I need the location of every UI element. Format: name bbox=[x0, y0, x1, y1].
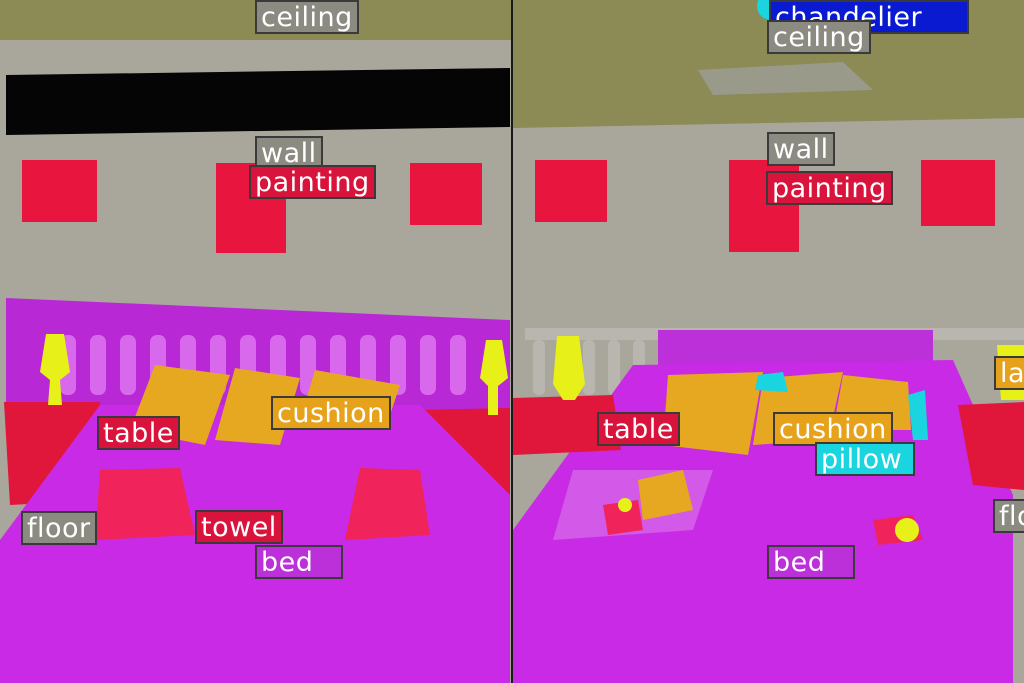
label-towel: towel bbox=[195, 510, 283, 544]
label-table: table bbox=[597, 412, 680, 446]
right-scene bbox=[513, 0, 1024, 683]
label-pillow: pillow bbox=[815, 442, 915, 476]
label-lamp-partial: la bbox=[994, 356, 1024, 390]
painting-region bbox=[535, 160, 607, 222]
left-segmentation-panel: ceiling wall painting cushion table floo… bbox=[0, 0, 511, 683]
label-ceiling: ceiling bbox=[767, 20, 871, 54]
lamp-region bbox=[618, 498, 632, 512]
label-ceiling: ceiling bbox=[255, 0, 359, 34]
painting-region bbox=[410, 163, 482, 225]
towel-region bbox=[95, 468, 195, 540]
label-painting: painting bbox=[249, 165, 376, 199]
label-bed: bed bbox=[255, 545, 343, 579]
lamp-region bbox=[895, 518, 919, 542]
left-scene bbox=[0, 0, 511, 683]
label-painting: painting bbox=[766, 171, 893, 205]
dark-band bbox=[6, 68, 510, 135]
label-floor-partial: flo bbox=[993, 499, 1024, 533]
right-segmentation-panel: chandelier ceiling wall painting table c… bbox=[513, 0, 1024, 683]
label-table: table bbox=[97, 416, 180, 450]
label-cushion: cushion bbox=[271, 396, 391, 430]
painting-region bbox=[921, 160, 995, 226]
painting-region bbox=[22, 160, 97, 222]
label-cushion: cushion bbox=[773, 412, 893, 446]
segmentation-comparison: ceiling wall painting cushion table floo… bbox=[0, 0, 1024, 683]
label-wall: wall bbox=[767, 132, 835, 166]
pillow-region bbox=[755, 372, 788, 392]
label-bed: bed bbox=[767, 545, 855, 579]
label-floor: floor bbox=[21, 511, 97, 545]
